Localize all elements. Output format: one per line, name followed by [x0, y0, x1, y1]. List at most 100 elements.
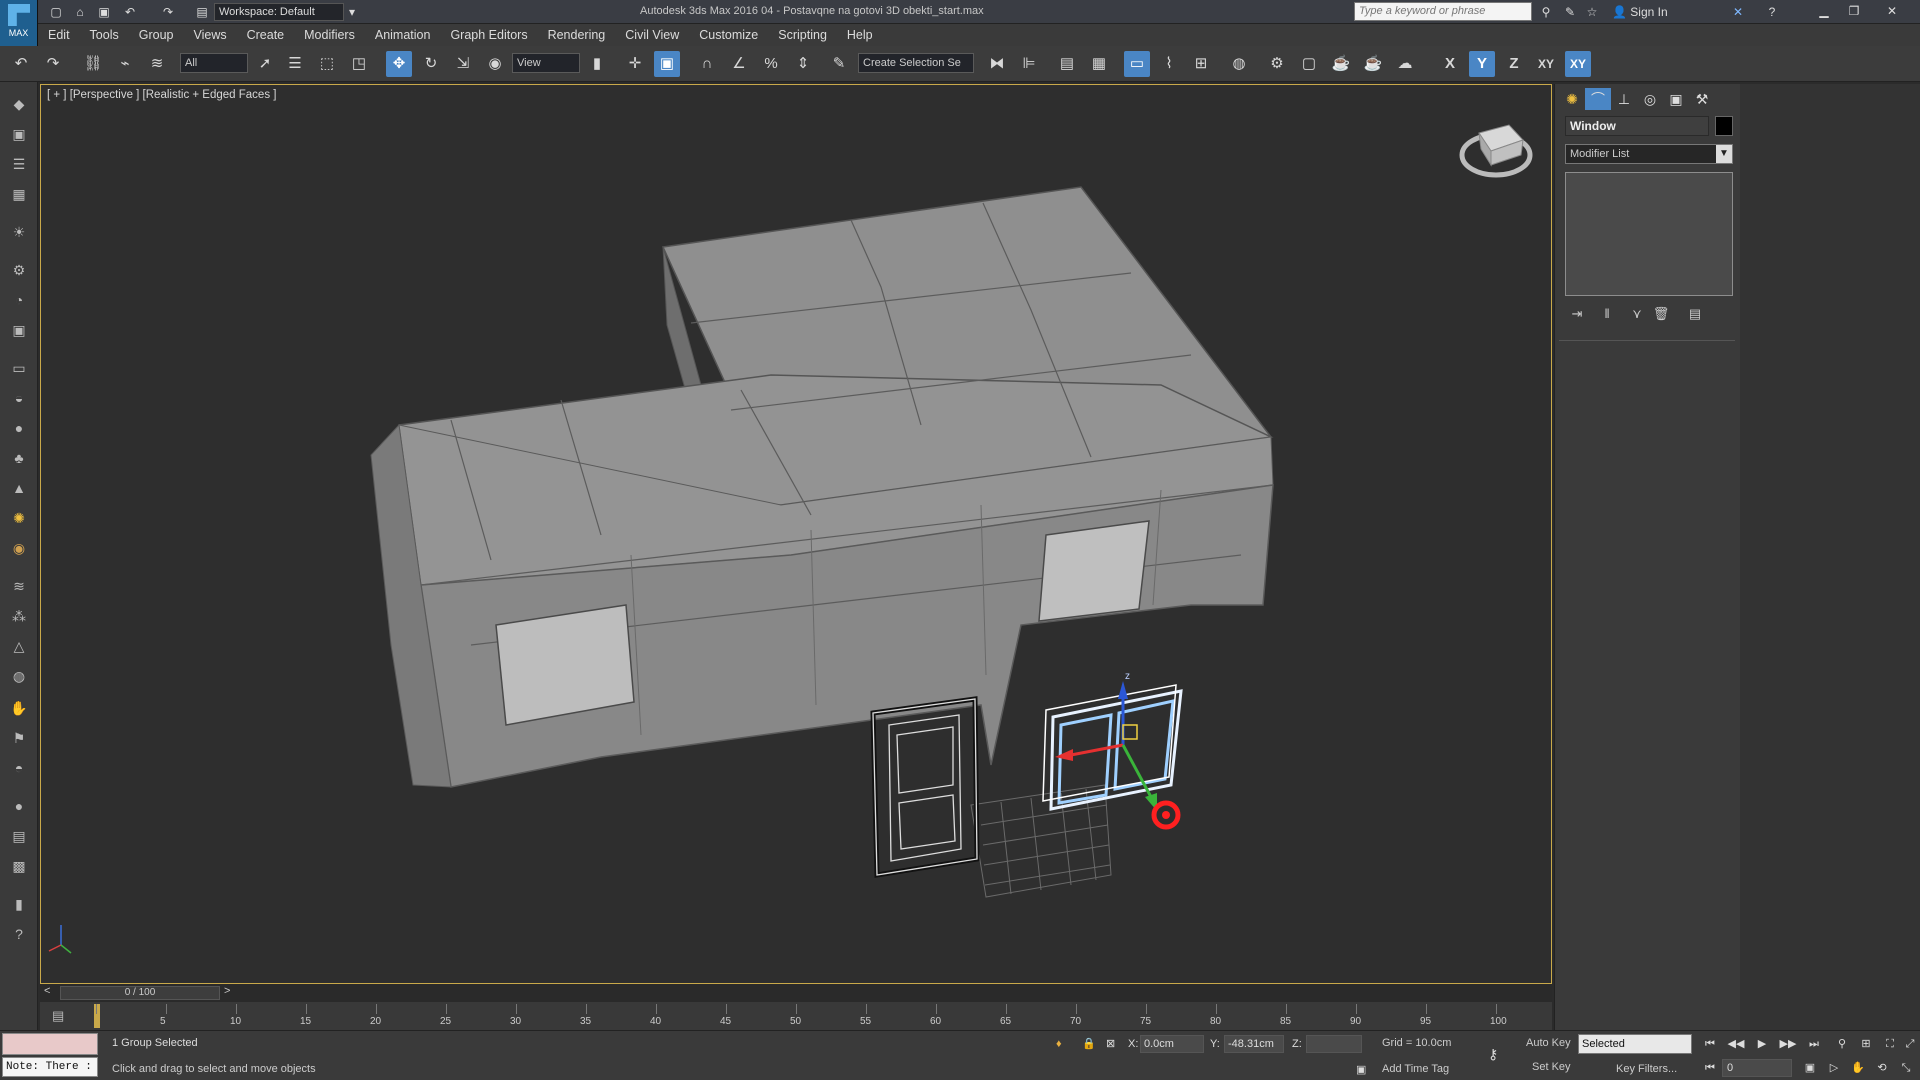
subscription-icon[interactable]: ✎	[1562, 4, 1578, 20]
axis-constraint-z[interactable]: Z	[1501, 51, 1527, 77]
select-and-scale-icon[interactable]: ⇲	[450, 51, 476, 77]
hierarchy-tab-icon[interactable]: ⊥	[1611, 88, 1637, 110]
dome-icon[interactable]: ◒	[7, 386, 31, 410]
spinner-snap-icon[interactable]: ⇕	[790, 51, 816, 77]
render-setup-icon[interactable]: ⚙	[1264, 51, 1290, 77]
sun-icon[interactable]: ✺	[7, 506, 31, 530]
sphere-icon[interactable]: ●	[7, 416, 31, 440]
create-tab-icon[interactable]: ✺	[1559, 88, 1585, 110]
render-icon[interactable]: ▩	[7, 854, 31, 878]
tripod-icon[interactable]: ⚙	[7, 258, 31, 282]
list-icon[interactable]: ☰	[7, 152, 31, 176]
menu-modifiers[interactable]: Modifiers	[294, 24, 365, 46]
cone-icon[interactable]: ▲	[7, 476, 31, 500]
workspace-dropdown[interactable]: Workspace: Default	[214, 3, 344, 21]
unlink-icon[interactable]: ⌁	[112, 51, 138, 77]
menu-rendering[interactable]: Rendering	[538, 24, 616, 46]
key-selection-dropdown[interactable]: Selected	[1578, 1034, 1692, 1054]
mirror-icon[interactable]: ⧓	[984, 51, 1010, 77]
align-icon[interactable]: ⊫	[1016, 51, 1042, 77]
menu-animation[interactable]: Animation	[365, 24, 441, 46]
track-bar[interactable]: ▤ 5 10 15 20 25 30 35 40 45 50 55 60 65 70 75 80 85 90 95 1…	[40, 1002, 1552, 1030]
angle-snap-icon[interactable]: ∠	[726, 51, 752, 77]
schematic-view-icon[interactable]: ⊞	[1188, 51, 1214, 77]
menu-views[interactable]: Views	[183, 24, 236, 46]
open-file-icon[interactable]: ⌂	[72, 4, 88, 20]
binoculars-icon[interactable]: ⚲	[1538, 4, 1554, 20]
bind-space-warp-icon[interactable]: ≋	[144, 51, 170, 77]
percent-snap-icon[interactable]: %	[758, 51, 784, 77]
workspace-arrow-icon[interactable]: ▾	[344, 4, 360, 20]
previous-frame-icon[interactable]: ◀◀	[1726, 1035, 1746, 1053]
isolate-selection-icon[interactable]: ♦	[1056, 1035, 1062, 1053]
menu-civil-view[interactable]: Civil View	[615, 24, 689, 46]
selection-filter-dropdown[interactable]: All	[180, 53, 248, 73]
hand-icon[interactable]: ✋	[7, 696, 31, 720]
material-editor-icon[interactable]: ◍	[1226, 51, 1252, 77]
axis-constraint-xy-cycle[interactable]: XY	[1565, 51, 1591, 77]
menu-tools[interactable]: Tools	[80, 24, 129, 46]
show-end-result-icon[interactable]: ‖	[1597, 304, 1617, 324]
axis-constraint-y[interactable]: Y	[1469, 51, 1495, 77]
save-file-icon[interactable]: ▣	[96, 4, 112, 20]
named-selection-sets-dropdown[interactable]: Create Selection Se	[858, 53, 974, 73]
configure-modifier-sets-icon[interactable]: ▤	[1685, 304, 1705, 324]
container-icon[interactable]: ◆	[7, 92, 31, 116]
menu-scripting[interactable]: Scripting	[768, 24, 837, 46]
redo-icon[interactable]: ↷	[40, 51, 66, 77]
axis-constraint-x[interactable]: X	[1437, 51, 1463, 77]
sign-in-button[interactable]: 👤 Sign In	[1612, 5, 1668, 19]
speaker-icon[interactable]: ◔	[7, 288, 31, 312]
rectangular-selection-icon[interactable]: ⬚	[314, 51, 340, 77]
object-color-swatch[interactable]	[1715, 116, 1733, 136]
zoom-icon[interactable]: ⚲	[1832, 1035, 1852, 1053]
place-icon[interactable]: ◉	[482, 51, 508, 77]
stack-icon[interactable]: ▤	[7, 824, 31, 848]
globe-icon[interactable]: ◍	[7, 664, 31, 688]
particles-icon[interactable]: ⁂	[7, 604, 31, 628]
walk-through-icon[interactable]: ⟲	[1872, 1059, 1892, 1077]
maximize-viewport-icon[interactable]: ⤢	[1900, 1035, 1920, 1053]
mesh-icon[interactable]: △	[7, 634, 31, 658]
document-icon[interactable]: ▮	[7, 892, 31, 916]
undo-icon[interactable]: ↶	[8, 51, 34, 77]
door-model[interactable]	[870, 696, 980, 878]
hair-icon[interactable]: ≋	[7, 574, 31, 598]
modifier-stack[interactable]	[1565, 172, 1733, 296]
manipulate-icon[interactable]: ✛	[622, 51, 648, 77]
object-name-field[interactable]: Window	[1565, 116, 1709, 136]
key-filters-button[interactable]: Key Filters...	[1616, 1063, 1677, 1075]
window-crossing-icon[interactable]: ◳	[346, 51, 372, 77]
restore-icon[interactable]: ❐	[1842, 2, 1866, 20]
absolute-mode-icon[interactable]: ⊠	[1106, 1035, 1115, 1053]
reference-coordinate-dropdown[interactable]: View	[512, 53, 580, 73]
new-file-icon[interactable]: ▢	[48, 4, 64, 20]
layer-manager-icon[interactable]: ▤	[1054, 51, 1080, 77]
next-frame-arrow-icon[interactable]: >	[224, 985, 230, 997]
plant-icon[interactable]: ♣	[7, 446, 31, 470]
render-in-cloud-icon[interactable]: ☁	[1392, 51, 1418, 77]
current-frame-marker[interactable]	[94, 1004, 100, 1028]
pin-stack-icon[interactable]: ⇥	[1567, 304, 1587, 324]
current-frame-field[interactable]: 0	[1722, 1059, 1792, 1077]
undo-icon[interactable]: ↶	[122, 4, 138, 20]
selection-lock-icon[interactable]: 🔒	[1082, 1035, 1096, 1053]
auto-key-button[interactable]: Auto Key	[1526, 1037, 1571, 1049]
camera-icon[interactable]: ▣	[7, 318, 31, 342]
toggle-ribbon-icon[interactable]: ▭	[1124, 51, 1150, 77]
play-icon[interactable]: ▶	[1752, 1035, 1772, 1053]
application-button[interactable]: MAX	[0, 0, 38, 46]
plane-icon[interactable]: ▭	[7, 356, 31, 380]
min-max-toggle-icon[interactable]: ⤡	[1896, 1059, 1916, 1077]
select-and-move-icon[interactable]: ✥	[386, 51, 412, 77]
key-icon[interactable]: ⚷	[1488, 1045, 1498, 1063]
zoom-all-icon[interactable]: ⊞	[1856, 1035, 1876, 1053]
time-slider[interactable]: < 0 / 100 >	[40, 984, 1552, 1002]
rendered-frame-window-icon[interactable]: ▢	[1296, 51, 1322, 77]
modify-tab-icon[interactable]: ⌒	[1585, 88, 1611, 110]
time-slider-thumb[interactable]: 0 / 100	[60, 986, 220, 1000]
z-coordinate-field[interactable]	[1306, 1035, 1362, 1053]
curve-editor-icon[interactable]: ⌇	[1156, 51, 1182, 77]
menu-help[interactable]: Help	[837, 24, 883, 46]
search-input[interactable]: Type a keyword or phrase	[1354, 2, 1532, 21]
